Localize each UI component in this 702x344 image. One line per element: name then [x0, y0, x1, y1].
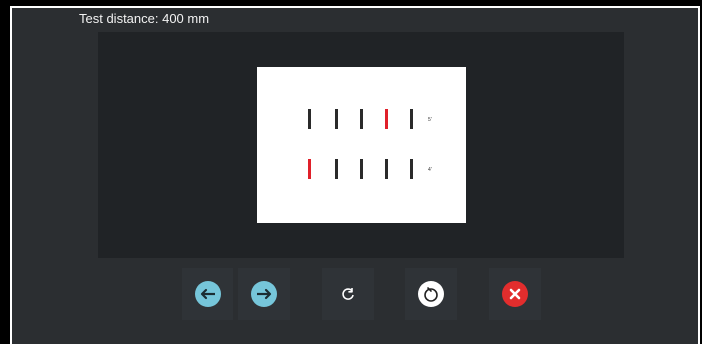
tick-bottom-3: [360, 159, 363, 179]
tick-top-5: [410, 109, 413, 129]
chart-row-top: 5': [257, 109, 466, 129]
reset-dial-icon: [418, 281, 444, 307]
tick-bottom-5: [410, 159, 413, 179]
close-button[interactable]: [489, 268, 541, 320]
next-button[interactable]: [238, 268, 290, 320]
tick-top-1: [308, 109, 311, 129]
refresh-button[interactable]: [322, 268, 374, 320]
row-label-top: 5': [428, 117, 432, 123]
arrow-left-icon: [194, 281, 221, 307]
arrow-right-icon: [251, 281, 277, 307]
tick-top-4: [385, 109, 388, 129]
vernier-chart-card: 5' 4': [257, 67, 466, 223]
tick-bottom-2: [335, 159, 338, 179]
previous-button[interactable]: [182, 268, 233, 320]
tick-top-2: [335, 109, 338, 129]
tick-top-3: [360, 109, 363, 129]
close-icon: [502, 281, 528, 307]
reset-button[interactable]: [405, 268, 457, 320]
row-label-bottom: 4': [428, 167, 432, 173]
chart-row-bottom: 4': [257, 159, 466, 179]
refresh-icon: [342, 288, 354, 300]
tick-bottom-4: [385, 159, 388, 179]
tick-bottom-1: [308, 159, 311, 179]
test-distance-label: Test distance: 400 mm: [79, 11, 210, 26]
